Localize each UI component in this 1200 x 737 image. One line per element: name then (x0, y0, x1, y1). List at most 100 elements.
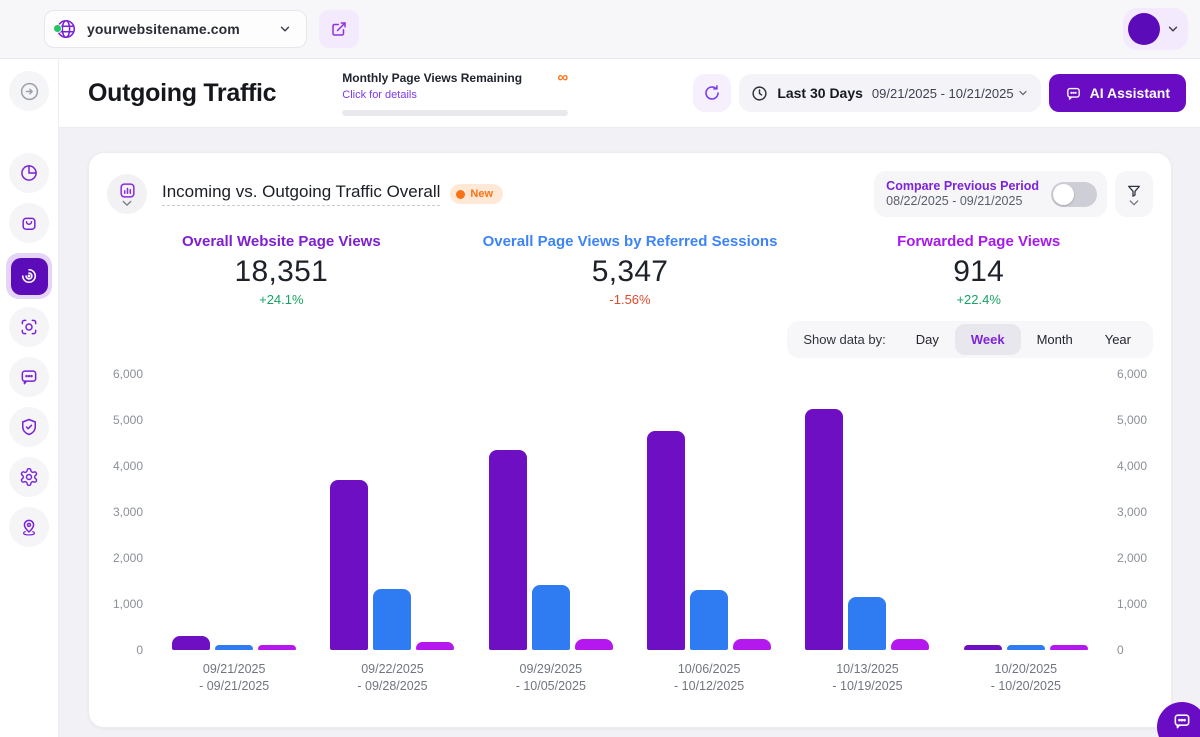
sidebar-item-settings[interactable] (9, 457, 49, 497)
chevron-down-icon (1129, 200, 1139, 206)
bar-group: 10/06/2025- 10/12/2025 (630, 374, 788, 695)
y-tick-label: 4,000 (107, 458, 155, 474)
y-axis-left: 01,0002,0003,0004,0005,0006,000 (107, 374, 155, 650)
bar-forwarded-page-views[interactable] (416, 642, 454, 650)
new-badge: New (450, 184, 503, 204)
sidebar-item-outgoing-traffic[interactable] (6, 253, 52, 299)
ai-assistant-button[interactable]: AI Assistant (1049, 74, 1186, 112)
bar-overall-page-views-by-referred-sessions[interactable] (532, 585, 570, 650)
metrics-row: Overall Website Page Views 18,351 +24.1%… (107, 233, 1153, 307)
y-tick-label: 3,000 (1105, 504, 1153, 520)
x-axis-label: 09/21/2025- 09/21/2025 (199, 661, 269, 695)
x-axis-label: 10/13/2025- 10/19/2025 (832, 661, 902, 695)
sidebar (0, 59, 59, 737)
y-tick-label: 3,000 (107, 504, 155, 520)
traffic-overview-card: Incoming vs. Outgoing Traffic Overall Ne… (88, 152, 1172, 728)
show-data-by-control: Show data by: Day Week Month Year (787, 321, 1153, 358)
tab-week[interactable]: Week (955, 324, 1021, 355)
bar-overall-page-views-by-referred-sessions[interactable] (215, 645, 253, 650)
date-preset-label: Last 30 Days (777, 85, 863, 101)
bar-forwarded-page-views[interactable] (733, 639, 771, 651)
metric-forwarded-page-views: Forwarded Page Views 914 +22.4% (804, 233, 1153, 307)
chart-plot-area: 09/21/2025- 09/21/2025 09/22/2025- 09/28/… (155, 374, 1105, 695)
sidebar-item-dashboard[interactable] (9, 153, 49, 193)
x-axis-label: 10/06/2025- 10/12/2025 (674, 661, 744, 695)
topbar: yourwebsitename.com (0, 0, 1200, 59)
y-tick-label: 1,000 (1105, 596, 1153, 612)
scan-target-icon (19, 317, 39, 337)
y-tick-label: 6,000 (1105, 366, 1153, 382)
bar-forwarded-page-views[interactable] (258, 645, 296, 650)
bar-group: 10/20/2025- 10/20/2025 (947, 374, 1105, 695)
bar-forwarded-page-views[interactable] (891, 639, 929, 650)
tab-day[interactable]: Day (900, 324, 955, 355)
bar-overall-website-page-views[interactable] (647, 431, 685, 650)
filter-button[interactable] (1115, 171, 1153, 217)
y-tick-label: 1,000 (107, 596, 155, 612)
bar-overall-website-page-views[interactable] (172, 636, 210, 650)
clock-icon (751, 85, 768, 102)
bar-overall-website-page-views[interactable] (489, 450, 527, 650)
chevron-down-icon (1017, 87, 1029, 99)
shield-check-icon (19, 417, 39, 437)
location-pin-icon (19, 517, 39, 537)
bar-group: 09/22/2025- 09/28/2025 (313, 374, 471, 695)
date-range-value: 09/21/2025 - 10/21/2025 (872, 86, 1014, 101)
page-title: Outgoing Traffic (88, 79, 276, 108)
chevron-down-icon (122, 200, 132, 207)
bar-overall-website-page-views[interactable] (330, 480, 368, 650)
chat-icon (19, 367, 39, 387)
x-axis-label: 09/29/2025- 10/05/2025 (516, 661, 586, 695)
show-data-by-label: Show data by: (803, 332, 885, 347)
chevron-down-icon (278, 22, 292, 36)
refresh-button[interactable] (693, 74, 731, 112)
bar-group: 10/13/2025- 10/19/2025 (788, 374, 946, 695)
refresh-icon (703, 84, 721, 102)
sidebar-item-security[interactable] (9, 407, 49, 447)
bar-overall-page-views-by-referred-sessions[interactable] (848, 597, 886, 650)
sidebar-item-locations[interactable] (9, 507, 49, 547)
new-badge-dot (456, 190, 465, 199)
quota-details-link[interactable]: Click for details (342, 89, 417, 101)
avatar (1128, 13, 1160, 45)
bar-overall-website-page-views[interactable] (964, 645, 1002, 650)
infinity-quota-value: ∞ (558, 71, 569, 85)
gear-icon (19, 467, 39, 487)
widget-type-selector[interactable] (107, 174, 147, 214)
y-tick-label: 6,000 (107, 366, 155, 382)
bar-overall-page-views-by-referred-sessions[interactable] (690, 590, 728, 650)
tab-year[interactable]: Year (1089, 324, 1147, 355)
sidebar-item-messages[interactable] (9, 357, 49, 397)
shopping-bag-icon (19, 213, 39, 233)
sidebar-item-tracking[interactable] (9, 307, 49, 347)
bar-group: 09/21/2025- 09/21/2025 (155, 374, 313, 695)
sidebar-item-store[interactable] (9, 203, 49, 243)
page-header: Outgoing Traffic Monthly Page Views Rema… (59, 59, 1200, 128)
bar-forwarded-page-views[interactable] (575, 639, 613, 650)
y-tick-label: 4,000 (1105, 458, 1153, 474)
compare-range: 08/22/2025 - 09/21/2025 (886, 194, 1039, 209)
x-axis-label: 10/20/2025- 10/20/2025 (991, 661, 1061, 695)
bar-overall-page-views-by-referred-sessions[interactable] (373, 589, 411, 650)
bar-overall-page-views-by-referred-sessions[interactable] (1007, 645, 1045, 650)
sidebar-toggle-icon[interactable] (9, 71, 49, 111)
quota-progress-bar (342, 110, 568, 116)
website-name: yourwebsitename.com (87, 21, 268, 37)
bar-overall-website-page-views[interactable] (805, 409, 843, 650)
metric-overall-page-views: Overall Website Page Views 18,351 +24.1% (107, 233, 456, 307)
website-selector[interactable]: yourwebsitename.com (44, 10, 307, 48)
bar-forwarded-page-views[interactable] (1050, 645, 1088, 650)
metric-referred-sessions: Overall Page Views by Referred Sessions … (456, 233, 805, 307)
outgoing-traffic-radar-icon (19, 266, 39, 286)
bar-chart-icon (118, 181, 137, 200)
compare-toggle[interactable] (1051, 182, 1097, 207)
globe-icon (55, 18, 77, 40)
user-menu[interactable] (1123, 8, 1188, 50)
open-website-button[interactable] (319, 10, 359, 48)
tab-month[interactable]: Month (1021, 324, 1089, 355)
date-range-selector[interactable]: Last 30 Days 09/21/2025 - 10/21/2025 (739, 74, 1040, 112)
traffic-bar-chart: 01,0002,0003,0004,0005,0006,000 09/21/20… (107, 374, 1153, 695)
chat-icon (1172, 711, 1192, 731)
y-axis-right: 01,0002,0003,0004,0005,0006,000 (1105, 374, 1153, 650)
filter-funnel-icon (1126, 183, 1142, 199)
